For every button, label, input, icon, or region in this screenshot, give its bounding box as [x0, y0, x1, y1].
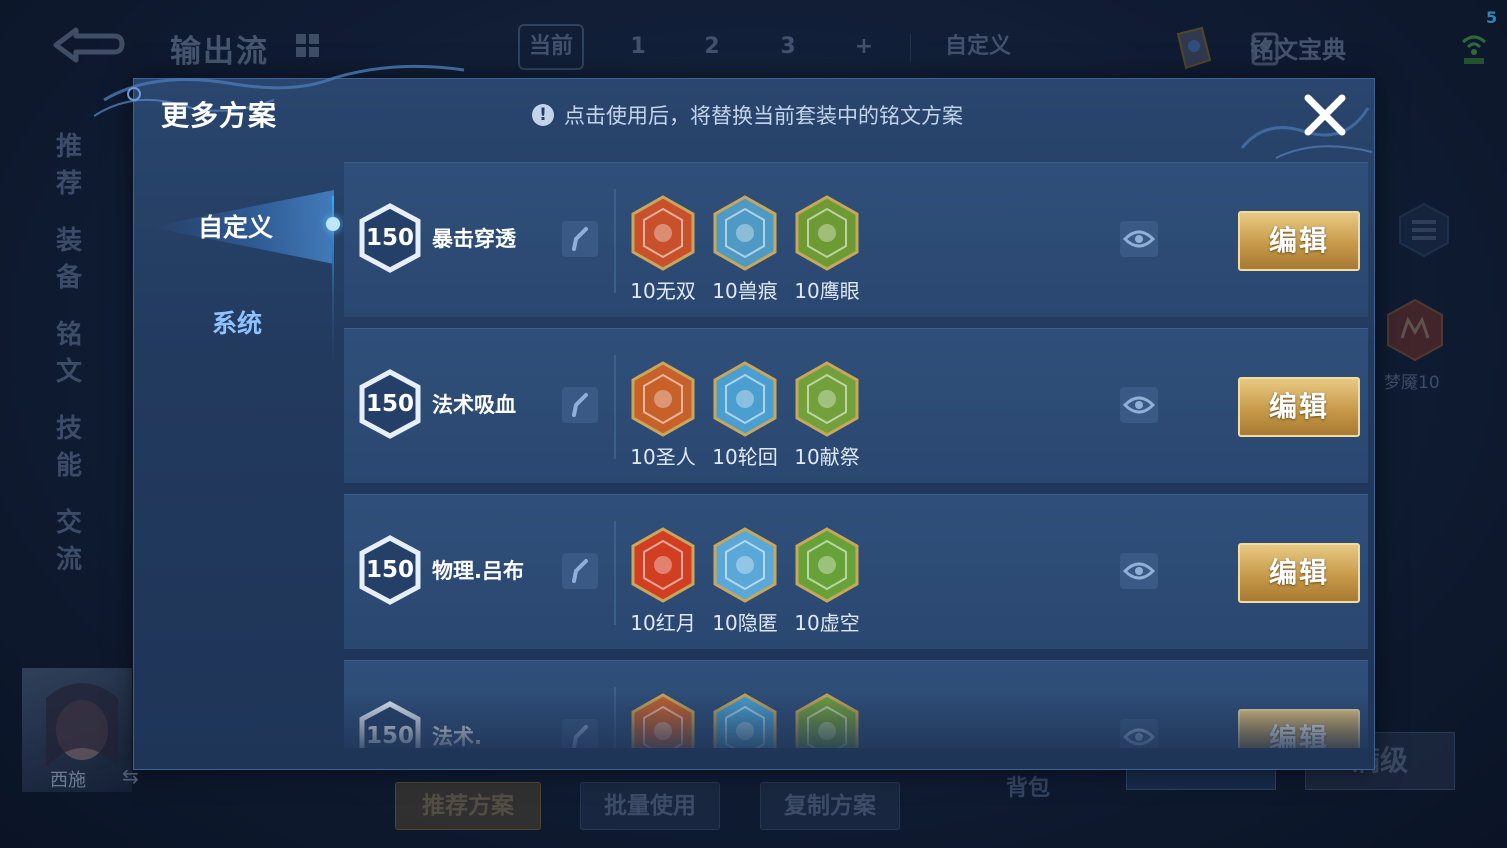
rune-label: 10献祭	[794, 445, 860, 469]
rune-label: 10轮回	[712, 445, 778, 469]
category-active-indicator	[326, 217, 340, 231]
blue-rune-icon	[713, 195, 777, 271]
red-rune-icon	[631, 527, 695, 603]
plan-row[interactable]: 150 物理.吕布 10红月 10隐匿 10虚空 编辑	[344, 494, 1368, 649]
eye-icon	[1122, 230, 1156, 248]
warning-icon: !	[532, 104, 554, 126]
rune-label: 10无双	[630, 279, 696, 303]
pen-icon	[572, 227, 588, 251]
rune-label: 10鹰眼	[794, 279, 860, 303]
green-rune-icon	[795, 527, 859, 603]
edit-button[interactable]: 编辑	[1238, 377, 1360, 437]
plan-level: 150	[365, 557, 414, 583]
hint-text: 点击使用后，将替换当前套装中的铭文方案	[564, 104, 963, 128]
pen-icon	[572, 393, 588, 417]
preview-button[interactable]	[1120, 221, 1158, 257]
red-rune-icon	[631, 361, 695, 437]
rune-label: 10圣人	[630, 445, 696, 469]
blue-rune-icon	[713, 527, 777, 603]
category-custom[interactable]: 自定义	[198, 208, 273, 244]
plan-list[interactable]: 150 暴击穿透 10无双 10兽痕 10鹰眼 编辑 150 法术吸血 10圣人 10轮回 10献祭…	[344, 162, 1370, 748]
close-icon[interactable]	[1302, 92, 1348, 138]
rune-label: 10红月	[630, 611, 696, 635]
plan-row[interactable]: 150 法术吸血 10圣人 10轮回 10献祭 编辑	[344, 328, 1368, 483]
edit-button[interactable]: 编辑	[1238, 543, 1360, 603]
plan-row[interactable]: 150 暴击穿透 10无双 10兽痕 10鹰眼 编辑	[344, 162, 1368, 317]
rename-button[interactable]	[562, 221, 598, 257]
red-rune-icon	[631, 195, 695, 271]
pen-icon	[572, 559, 588, 583]
plan-name: 物理.吕布	[432, 559, 524, 583]
rename-button[interactable]	[562, 387, 598, 423]
preview-button[interactable]	[1120, 553, 1158, 589]
rune-label: 10兽痕	[712, 279, 778, 303]
green-rune-icon	[795, 195, 859, 271]
row-divider	[614, 189, 616, 293]
blue-rune-icon	[713, 361, 777, 437]
eye-icon	[1122, 562, 1156, 580]
category-system[interactable]: 系统	[212, 304, 262, 340]
plan-level: 150	[365, 391, 414, 417]
modal-title: 更多方案	[161, 99, 278, 132]
plan-name: 暴击穿透	[432, 227, 516, 251]
rune-label: 10隐匿	[712, 611, 778, 635]
plan-level: 150	[365, 225, 414, 251]
list-fade-overlay	[344, 690, 1370, 750]
preview-button[interactable]	[1120, 387, 1158, 423]
green-rune-icon	[795, 361, 859, 437]
row-divider	[614, 355, 616, 459]
modal-hint: ! 点击使用后，将替换当前套装中的铭文方案	[532, 100, 963, 132]
eye-icon	[1122, 396, 1156, 414]
edit-button[interactable]: 编辑	[1238, 211, 1360, 271]
rune-label: 10虚空	[794, 611, 860, 635]
cloud-swirl-decoration	[94, 64, 465, 117]
rename-button[interactable]	[562, 553, 598, 589]
plan-name: 法术吸血	[432, 393, 516, 417]
row-divider	[614, 521, 616, 625]
